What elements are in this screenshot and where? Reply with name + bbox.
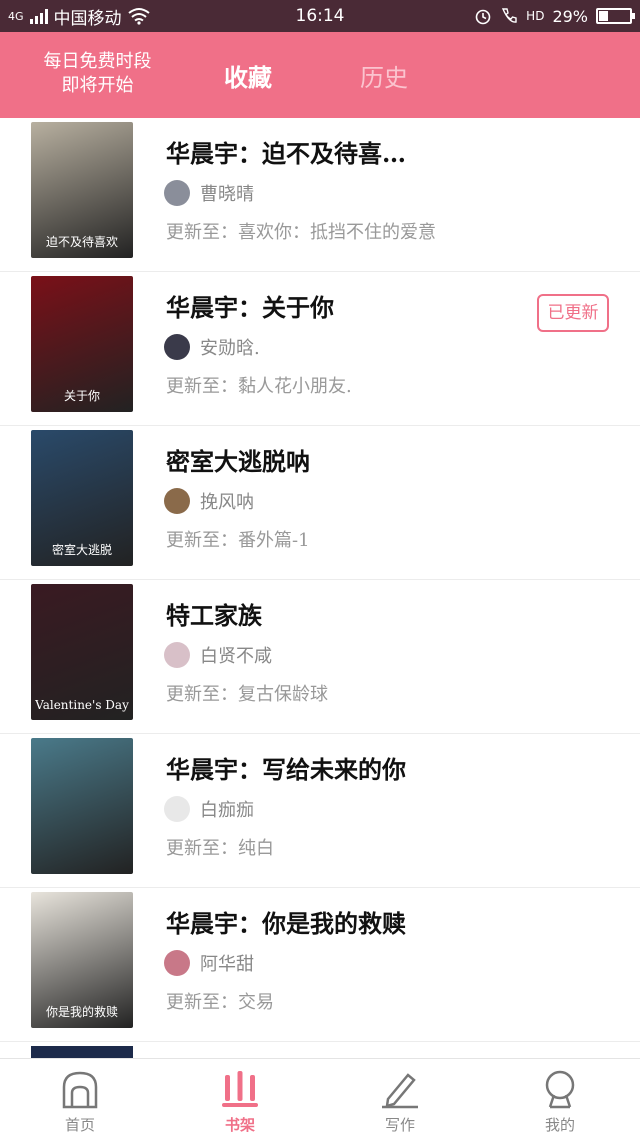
- promo-line-1: 每日免费时段: [43, 51, 152, 72]
- author-row[interactable]: 挽风呐: [164, 488, 254, 514]
- pencil-icon: [382, 1073, 418, 1109]
- phone-icon: [502, 8, 517, 23]
- bookshelf-list: 迫不及待喜欢 华晨宇：迫不及待喜… 曹晓晴 更新至：喜欢你：抵挡不住的爱意 关于你 华晨宇…: [0, 118, 640, 1058]
- author-row[interactable]: 白痂痂: [164, 796, 254, 822]
- battery-percent: 29%: [552, 6, 588, 26]
- author-name: 曹晓晴: [200, 184, 254, 205]
- battery-icon: [596, 8, 635, 24]
- avatar: [164, 642, 190, 668]
- book-item[interactable]: 密室大逃脱 密室大逃脱呐挽风呐更新至：番外篇-1: [0, 426, 640, 580]
- latest-chapter: 更新至：复古保龄球: [166, 684, 328, 705]
- status-right: HD 29%: [474, 0, 635, 32]
- author-name: 白贤不咸: [200, 646, 272, 667]
- nav-home[interactable]: 首页: [0, 1059, 160, 1138]
- book-cover-partial: [31, 1046, 133, 1058]
- book-cover[interactable]: Valentine's Day: [31, 584, 133, 720]
- latest-chapter: 更新至：黏人花小朋友.: [166, 376, 352, 397]
- cover-caption: 你是我的救赎: [45, 1005, 118, 1019]
- hd-indicator: HD: [526, 9, 545, 23]
- book-item[interactable]: 关于你 华晨宇：关于你安勋晗. 更新至：黏人花小朋友. 已更新: [0, 272, 640, 426]
- updated-badge: 已更新: [537, 294, 609, 332]
- cover-caption: 关于你: [63, 389, 100, 403]
- book-title[interactable]: 华晨宇：关于你: [166, 288, 334, 323]
- book-title[interactable]: 华晨宇：写给未来的你: [166, 750, 406, 785]
- tab-favorites[interactable]: 收藏: [224, 58, 272, 93]
- book-item[interactable]: 你是我的救赎 华晨宇：你是我的救赎阿华甜更新至：交易: [0, 888, 640, 1042]
- tab-history[interactable]: 历史: [360, 58, 408, 93]
- book-cover[interactable]: 你是我的救赎: [31, 892, 133, 1028]
- bookshelf-icon: [222, 1071, 258, 1107]
- author-name: 挽风呐: [200, 492, 254, 513]
- author-row[interactable]: 曹晓晴: [164, 180, 254, 206]
- book-title[interactable]: 华晨宇：迫不及待喜…: [166, 134, 406, 169]
- latest-chapter: 更新至：喜欢你：抵挡不住的爱意: [166, 222, 436, 243]
- book-cover[interactable]: 关于你: [31, 276, 133, 412]
- nav-home-label: 首页: [64, 1116, 95, 1134]
- promo-line-2: 即将开始: [61, 75, 134, 96]
- latest-chapter: 更新至：纯白: [166, 838, 274, 859]
- nav-mine[interactable]: 我的: [480, 1059, 640, 1138]
- battery-fill: [599, 11, 609, 21]
- nav-write[interactable]: 写作: [320, 1059, 480, 1138]
- nav-shelf-label: 书架: [224, 1116, 255, 1134]
- book-item[interactable]: 迫不及待喜欢 华晨宇：迫不及待喜… 曹晓晴更新至：喜欢你：抵挡不住的爱意: [0, 118, 640, 272]
- author-row[interactable]: 安勋晗.: [164, 334, 260, 360]
- author-row[interactable]: 阿华甜: [164, 950, 254, 976]
- nav-write-label: 写作: [384, 1116, 415, 1134]
- author-name: 白痂痂: [200, 800, 254, 821]
- cover-caption: Valentine's Day: [35, 698, 129, 712]
- home-icon: [62, 1071, 98, 1109]
- avatar: [164, 180, 190, 206]
- author-name: 阿华甜: [200, 954, 254, 975]
- author-row[interactable]: 白贤不咸: [164, 642, 272, 668]
- book-cover[interactable]: [31, 738, 133, 874]
- bottom-nav: 首页 书架 写作 我的: [0, 1058, 640, 1138]
- latest-chapter: 更新至：交易: [166, 992, 274, 1013]
- author-name: 安勋晗.: [200, 338, 260, 359]
- status-bar: 4G 中国移动 16:14 HD 29%: [0, 0, 640, 32]
- avatar: [164, 796, 190, 822]
- alarm-icon: [475, 9, 491, 25]
- profile-icon: [545, 1070, 575, 1109]
- book-item[interactable]: Valentine's Day 特工家族白贤不咸更新至：复古保龄球: [0, 580, 640, 734]
- book-title[interactable]: 华晨宇：你是我的救赎: [166, 904, 406, 939]
- avatar: [164, 950, 190, 976]
- book-cover[interactable]: 密室大逃脱: [31, 430, 133, 566]
- latest-chapter: 更新至：番外篇-1: [166, 530, 310, 551]
- avatar: [164, 334, 190, 360]
- book-item[interactable]: 华晨宇：写给未来的你白痂痂更新至：纯白: [0, 734, 640, 888]
- book-title[interactable]: 特工家族: [166, 596, 262, 631]
- book-cover[interactable]: 迫不及待喜欢: [31, 122, 133, 258]
- header: 每日免费时段 即将开始 收藏 历史: [0, 32, 640, 118]
- cover-caption: 迫不及待喜欢: [45, 235, 118, 249]
- avatar: [164, 488, 190, 514]
- nav-shelf[interactable]: 书架: [160, 1059, 320, 1138]
- free-period-banner[interactable]: 每日免费时段 即将开始: [20, 50, 175, 98]
- book-title[interactable]: 密室大逃脱呐: [166, 442, 310, 477]
- nav-mine-label: 我的: [544, 1116, 575, 1134]
- cover-caption: 密室大逃脱: [51, 543, 112, 557]
